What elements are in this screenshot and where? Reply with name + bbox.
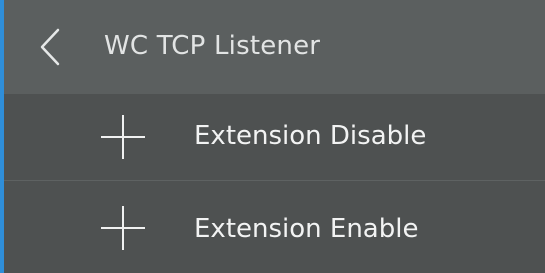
header-bar: WC TCP Listener (4, 0, 545, 94)
page-title: WC TCP Listener (104, 31, 321, 61)
menu-item-label: Extension Disable (194, 121, 427, 151)
screen: WC TCP Listener Extension Disable Extens… (0, 0, 545, 273)
back-button[interactable] (34, 24, 70, 70)
menu-item-extension-enable[interactable]: Extension Enable (4, 181, 545, 273)
menu-item-label: Extension Enable (194, 214, 419, 244)
menu-item-extension-disable[interactable]: Extension Disable (4, 94, 545, 180)
plus-icon (100, 114, 146, 160)
plus-icon (100, 205, 146, 251)
chevron-left-icon (34, 24, 70, 70)
